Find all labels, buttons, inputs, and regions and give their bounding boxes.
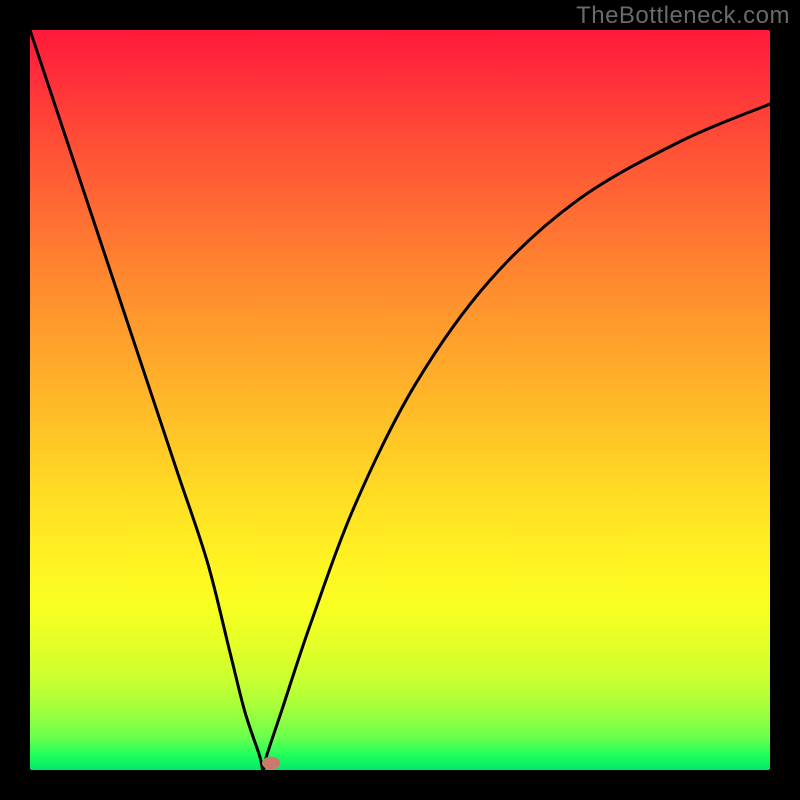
watermark-text: TheBottleneck.com bbox=[576, 2, 790, 30]
chart-frame: TheBottleneck.com bbox=[0, 0, 800, 800]
plot-area bbox=[30, 30, 770, 770]
curve-path bbox=[30, 30, 770, 770]
optimal-point-marker bbox=[262, 756, 280, 769]
bottleneck-curve bbox=[30, 30, 770, 770]
